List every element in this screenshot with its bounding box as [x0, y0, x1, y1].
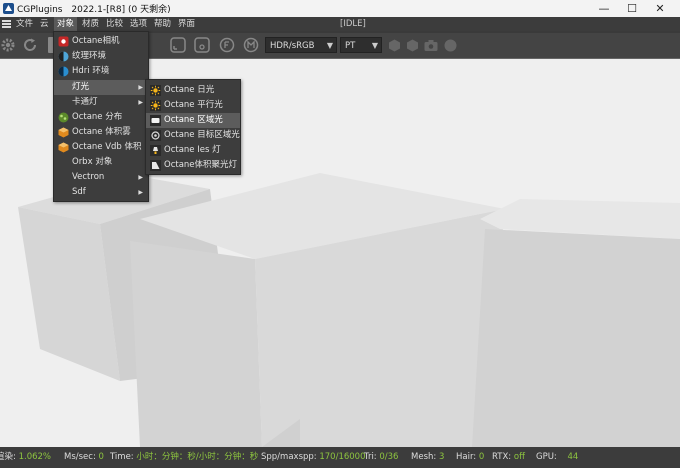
menu-item-octane-camera[interactable]: Octane相机: [54, 34, 148, 49]
menu-item-vdb-volume[interactable]: Octane Vdb 体积: [54, 140, 148, 155]
status-bar: 渲染: 1.062% Ms/sec: 0 Time: 小时：分钟：秒/小时：分钟…: [0, 447, 680, 468]
focus-picker-icon[interactable]: [219, 37, 235, 53]
record-circle-icon[interactable]: [444, 39, 457, 52]
kernel-value: PT: [345, 41, 356, 51]
close-button[interactable]: ✕: [640, 0, 680, 17]
color-space-value: HDR/sRGB: [270, 41, 315, 51]
title-bar: CGPlugins 2022.1-[R8] (0 天剩余) — ☐ ✕: [0, 0, 680, 17]
material-picker-icon[interactable]: [243, 37, 259, 53]
menu-interface[interactable]: 界面: [175, 17, 198, 31]
app-logo-icon: [3, 3, 14, 14]
menu-options[interactable]: 选项: [127, 17, 150, 31]
menu-item-texture-environment[interactable]: 纹理环境: [54, 49, 148, 64]
menu-item-vectron[interactable]: Vectron ▶: [54, 170, 148, 185]
menu-item-lights[interactable]: 灯光 ▶: [54, 80, 148, 95]
app-name: CGPlugins: [17, 5, 63, 15]
maximize-icon: ☐: [627, 2, 637, 15]
objects-dropdown-menu: Octane相机 纹理环境 Hdri 环境 灯光 ▶ 卡通灯 ▶ Octane …: [53, 31, 149, 202]
submenu-arrow-icon: ▶: [138, 189, 143, 196]
menu-materials[interactable]: 材质: [79, 17, 102, 31]
menu-item-toon-lights[interactable]: 卡通灯 ▶: [54, 95, 148, 110]
menu-item-hdri-environment[interactable]: Hdri 环境: [54, 64, 148, 79]
status-mesh: Mesh: 3: [411, 452, 445, 462]
area-light-icon: [150, 115, 161, 126]
version-text: 2022.1-[R8] (0 天剩余): [71, 5, 171, 15]
status-hair: Hair: 0: [456, 452, 485, 462]
menu-cloud[interactable]: 云: [37, 17, 52, 31]
screenshot-camera-icon[interactable]: [424, 39, 438, 52]
menu-compare[interactable]: 比较: [103, 17, 126, 31]
window-title: CGPlugins 2022.1-[R8] (0 天剩余): [17, 2, 177, 15]
status-rtx: RTX: off: [492, 452, 525, 462]
status-render-progress: 渲染: 1.062%: [0, 452, 51, 462]
close-icon: ✕: [655, 2, 665, 15]
menu-item-octane-ies-light[interactable]: Octane Ies 灯: [146, 143, 240, 158]
object-hex-icon[interactable]: [388, 39, 401, 52]
directional-light-icon: [150, 100, 161, 111]
daylight-icon: [150, 85, 161, 96]
settings-gear-icon[interactable]: [0, 37, 16, 53]
fog-volume-icon: [58, 127, 69, 138]
menu-item-octane-daylight[interactable]: Octane 日光: [146, 83, 240, 98]
submenu-arrow-icon: ▶: [138, 84, 143, 91]
texture-hex-icon[interactable]: [406, 39, 419, 52]
hdri-environment-icon: [58, 66, 69, 77]
menu-file[interactable]: 文件: [13, 17, 36, 31]
menu-item-octane-area-light[interactable]: Octane 区域光: [146, 113, 240, 128]
menu-item-octane-volumetric-spotlight[interactable]: Octane体积聚光灯: [146, 158, 240, 173]
vdb-volume-icon: [58, 142, 69, 153]
submenu-arrow-icon: ▶: [138, 174, 143, 181]
kernel-select[interactable]: PT ▼: [340, 37, 382, 53]
ies-light-icon: [150, 145, 161, 156]
status-triangles: Tri: 0/36: [364, 452, 399, 462]
refresh-icon[interactable]: [22, 37, 38, 53]
menu-item-sdf[interactable]: Sdf ▶: [54, 185, 148, 200]
menu-objects[interactable]: 对象: [54, 17, 78, 31]
menu-item-fog-volume[interactable]: Octane 体积雾: [54, 125, 148, 140]
scatter-icon: [58, 112, 69, 123]
color-space-select[interactable]: HDR/sRGB ▼: [265, 37, 337, 53]
submenu-arrow-icon: ▶: [138, 99, 143, 106]
hamburger-menu-icon[interactable]: [2, 20, 11, 28]
chevron-down-icon: ▼: [371, 41, 378, 50]
status-time: Time: 小时：分钟：秒/小时：分钟：秒: [110, 452, 259, 462]
camera-icon: [58, 36, 69, 47]
minimize-icon: —: [598, 2, 610, 15]
region-render-icon[interactable]: [194, 37, 210, 53]
menu-item-octane-targeted-area-light[interactable]: Octane 目标区域光: [146, 128, 240, 143]
menu-item-octane-scatter[interactable]: Octane 分布: [54, 110, 148, 125]
volumetric-spotlight-icon: [150, 160, 161, 171]
status-gpu: GPU: 44: [536, 452, 579, 462]
texture-environment-icon: [58, 51, 69, 62]
status-ms-per-sec: Ms/sec: 0: [64, 452, 104, 462]
targeted-area-light-icon: [150, 130, 161, 141]
menu-help[interactable]: 帮助: [151, 17, 174, 31]
status-spp: Spp/maxspp: 170/16000: [261, 452, 366, 462]
lights-submenu: Octane 日光 Octane 平行光 Octane 区域光 Octane 目…: [145, 79, 241, 175]
menu-item-orbx-object[interactable]: Orbx 对象: [54, 155, 148, 170]
render-status: [IDLE]: [340, 19, 366, 29]
menu-item-octane-directional-light[interactable]: Octane 平行光: [146, 98, 240, 113]
add-region-icon[interactable]: [170, 37, 186, 53]
chevron-down-icon: ▼: [326, 41, 333, 50]
menu-bar: 文件 云 对象 材质 比较 选项 帮助 界面 [IDLE]: [0, 17, 680, 31]
